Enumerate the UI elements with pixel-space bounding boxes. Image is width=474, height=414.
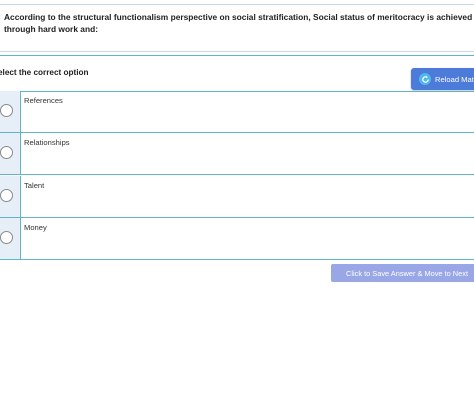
save-and-next-button[interactable]: Click to Save Answer & Move to Next bbox=[331, 264, 474, 282]
option-radio-cell bbox=[0, 176, 21, 217]
option-radio[interactable] bbox=[0, 231, 13, 244]
save-and-next-label: Click to Save Answer & Move to Next bbox=[346, 268, 468, 278]
option-label: References bbox=[24, 96, 63, 105]
option-label: Relationships bbox=[24, 138, 70, 147]
option-row[interactable]: References bbox=[0, 91, 474, 133]
option-radio-cell bbox=[0, 218, 21, 259]
option-row[interactable]: Money bbox=[0, 218, 474, 260]
options-list: References Relationships Talent Money bbox=[0, 91, 474, 261]
refresh-icon bbox=[419, 73, 431, 85]
section-divider bbox=[0, 55, 474, 56]
option-radio[interactable] bbox=[0, 146, 13, 159]
option-row[interactable]: Talent bbox=[0, 176, 474, 218]
select-option-label: elect the correct option bbox=[0, 68, 89, 77]
option-label: Talent bbox=[24, 181, 45, 190]
option-row[interactable]: Relationships bbox=[0, 133, 474, 175]
option-label: Money bbox=[24, 223, 47, 232]
question-text: According to the structural functionalis… bbox=[4, 12, 473, 34]
option-radio[interactable] bbox=[0, 104, 13, 117]
reload-math-label: Reload Math bbox=[435, 74, 474, 84]
option-radio-cell bbox=[0, 91, 21, 132]
option-radio-cell bbox=[0, 133, 21, 174]
reload-math-button[interactable]: Reload Math bbox=[411, 68, 474, 90]
question-box: According to the structural functionalis… bbox=[0, 4, 474, 52]
option-radio[interactable] bbox=[0, 189, 13, 202]
